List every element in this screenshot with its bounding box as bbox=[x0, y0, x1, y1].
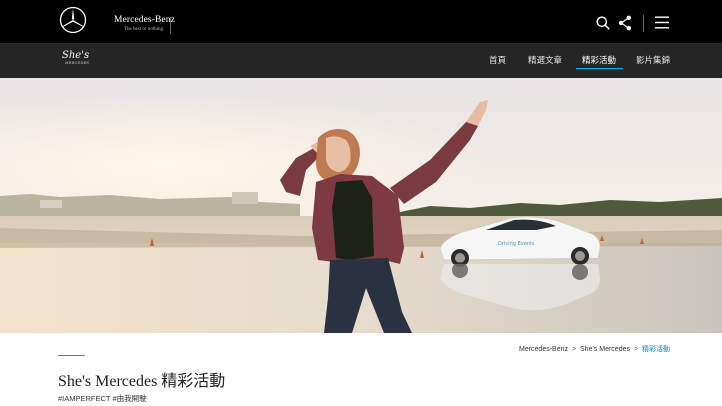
hero-image: Driving Events bbox=[0, 78, 722, 333]
shes-logo-subtext: MERCEDES bbox=[65, 61, 90, 65]
breadcrumb: Mercedes-Benz > She's Mercedes > 精彩活動 bbox=[519, 344, 670, 354]
breadcrumb-item-shes-mercedes[interactable]: She's Mercedes bbox=[580, 346, 630, 353]
top-bar: Mercedes-Benz The best or nothing. bbox=[0, 0, 722, 43]
shes-logo-text: She's bbox=[62, 50, 90, 61]
page-title: She's Mercedes 精彩活動 bbox=[58, 373, 226, 390]
title-rule bbox=[58, 355, 85, 356]
active-nav-indicator bbox=[576, 68, 623, 69]
brand-divider bbox=[170, 17, 171, 34]
breadcrumb-item-current: 精彩活動 bbox=[642, 346, 670, 353]
mercedes-star-icon[interactable] bbox=[59, 6, 87, 34]
breadcrumb-separator: > bbox=[571, 346, 577, 353]
nav-item-videos[interactable]: 影片集錦 bbox=[636, 54, 670, 66]
nav-item-home[interactable]: 首頁 bbox=[489, 54, 506, 66]
icon-separator bbox=[643, 15, 644, 32]
brand-tagline: The best or nothing. bbox=[124, 27, 165, 32]
shes-mercedes-logo[interactable]: She's MERCEDES bbox=[62, 50, 89, 65]
search-icon[interactable] bbox=[596, 16, 610, 30]
breadcrumb-separator: > bbox=[633, 346, 639, 353]
nav-item-featured-articles[interactable]: 精選文章 bbox=[528, 54, 562, 66]
breadcrumb-item-mercedes-benz[interactable]: Mercedes-Benz bbox=[519, 346, 568, 353]
nav-item-events[interactable]: 精彩活動 bbox=[582, 54, 616, 66]
share-icon[interactable] bbox=[618, 15, 632, 31]
menu-icon[interactable] bbox=[655, 16, 669, 29]
brand-name: Mercedes-Benz bbox=[114, 15, 175, 25]
hero-illustration: Driving Events bbox=[0, 78, 722, 333]
hashtags: #IAMPERFECT #由我開駛 bbox=[58, 394, 147, 403]
car-badge-text: Driving Events bbox=[498, 241, 535, 247]
brand-wordmark[interactable]: Mercedes-Benz The best or nothing. bbox=[114, 15, 175, 32]
